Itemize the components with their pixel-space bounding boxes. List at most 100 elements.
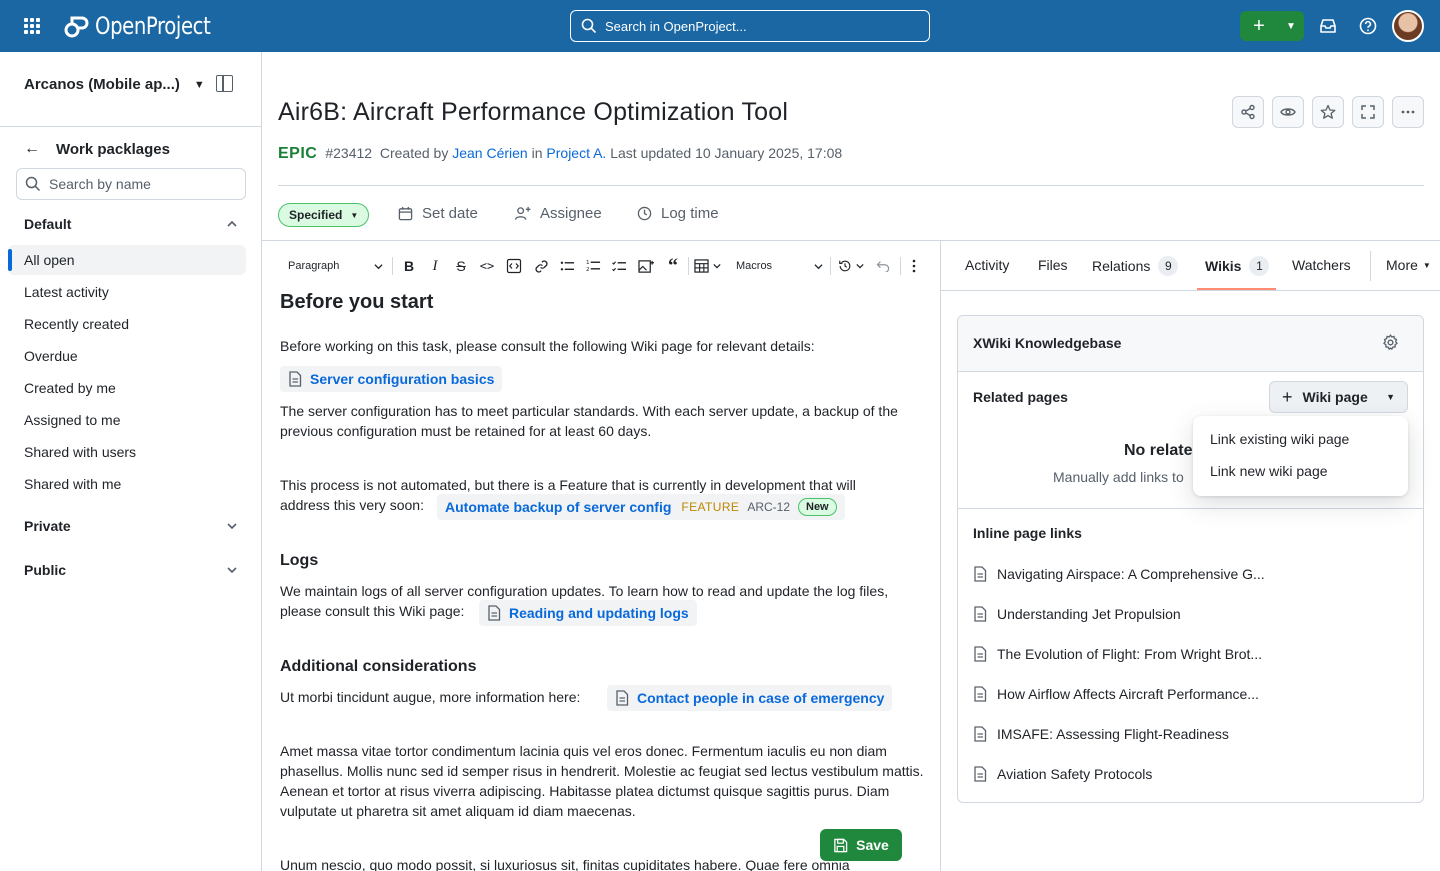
more-actions-button[interactable] [1392, 96, 1424, 128]
collapse-sidebar-icon[interactable] [216, 75, 233, 92]
paragraph-style-select[interactable]: Paragraph [288, 254, 384, 278]
watch-button[interactable] [1272, 96, 1304, 128]
kebab-horizontal-icon [1401, 110, 1415, 114]
app-grid-icon[interactable] [24, 18, 40, 34]
star-icon [1320, 104, 1336, 119]
share-button[interactable] [1232, 96, 1264, 128]
wiki-link-chip[interactable]: Reading and updating logs [479, 600, 697, 626]
inline-wiki-link[interactable]: The Evolution of Flight: From Wright Bro… [973, 646, 1262, 662]
tab-watchers[interactable]: Watchers [1292, 257, 1351, 273]
author-link[interactable]: Jean Cérien [452, 145, 528, 161]
inline-wiki-link[interactable]: Navigating Airspace: A Comprehensive G..… [973, 566, 1265, 582]
blockquote-icon[interactable]: “ [664, 254, 682, 278]
sidebar-section-title: Work packlages [56, 140, 170, 158]
project-link[interactable]: Project A. [546, 145, 606, 161]
chevron-down-icon[interactable]: ▼ [1278, 21, 1304, 32]
inline-wiki-link[interactable]: How Airflow Affects Aircraft Performance… [973, 686, 1259, 702]
save-button[interactable]: Save [820, 829, 902, 861]
status-label: Specified [289, 208, 343, 222]
document-icon [488, 605, 501, 621]
divider [940, 241, 941, 871]
chevron-down-icon [227, 523, 237, 530]
save-label: Save [856, 837, 889, 853]
sidebar-item-latest-activity[interactable]: Latest activity [24, 284, 109, 300]
macros-select[interactable]: Macros [736, 254, 826, 278]
tab-more[interactable]: More ▼ [1386, 257, 1431, 273]
document-icon [974, 726, 987, 742]
task-list-icon[interactable] [610, 254, 628, 278]
eye-icon [1280, 108, 1296, 116]
wiki-link-chip[interactable]: Server configuration basics [280, 366, 503, 392]
sidebar-search-input[interactable]: Search by name [16, 168, 246, 200]
inline-wiki-link-label: Navigating Airspace: A Comprehensive G..… [997, 566, 1265, 582]
sidebar-group-private[interactable]: Private [24, 518, 238, 534]
insert-table-icon[interactable] [694, 254, 726, 278]
save-icon [834, 838, 848, 852]
inline-wiki-link[interactable]: Aviation Safety Protocols [973, 766, 1152, 782]
wp-chip-title: Automate backup of server config [445, 499, 672, 515]
favorite-button[interactable] [1312, 96, 1344, 128]
paragraph: The server configuration has to meet par… [280, 403, 898, 439]
chevron-down-icon [227, 567, 237, 574]
undo-icon[interactable] [874, 254, 892, 278]
fullscreen-button[interactable] [1352, 96, 1384, 128]
tab-files[interactable]: Files [1038, 257, 1068, 273]
macros-label: Macros [736, 260, 773, 272]
numbered-list-icon[interactable]: 12 [584, 254, 602, 278]
inline-wiki-link[interactable]: Understanding Jet Propulsion [973, 606, 1181, 622]
user-avatar[interactable] [1392, 10, 1424, 42]
log-time-label: Log time [661, 205, 719, 222]
document-icon [289, 371, 302, 387]
gear-icon[interactable] [1382, 334, 1399, 351]
tab-count: 9 [1158, 256, 1179, 276]
sidebar-item-created-by-me[interactable]: Created by me [24, 380, 116, 396]
inline-wiki-link[interactable]: IMSAFE: Assessing Flight-Readiness [973, 726, 1229, 742]
heading-logs: Logs [280, 552, 319, 569]
history-icon[interactable] [838, 254, 868, 278]
tab-label: Watchers [1292, 257, 1351, 273]
divider [278, 185, 1424, 186]
card-header: XWiki Knowledgebase [958, 316, 1423, 372]
caret-down-icon: ▼ [350, 210, 359, 220]
back-to-menu[interactable]: ← Work packlages [24, 140, 170, 158]
project-selector[interactable]: Arcanos (Mobile ap...) ▼ [24, 76, 205, 93]
kebab-vertical-icon[interactable] [906, 254, 922, 278]
status-dropdown[interactable]: Specified ▼ [278, 203, 370, 227]
italic-icon[interactable]: I [426, 254, 444, 278]
sidebar-item-recently-created[interactable]: Recently created [24, 316, 129, 332]
sidebar-item-all-open[interactable]: All open [24, 252, 75, 268]
sidebar-item-assigned-to-me[interactable]: Assigned to me [24, 412, 121, 428]
app-logo[interactable]: OpenProject [63, 12, 236, 40]
log-time-button[interactable]: Log time [637, 205, 719, 222]
add-wiki-page-button[interactable]: + Wiki page ▼ [1269, 381, 1408, 413]
link-icon[interactable] [532, 254, 550, 278]
sidebar-item-overdue[interactable]: Overdue [24, 348, 78, 364]
menu-item-link-new[interactable]: Link new wiki page [1210, 463, 1328, 479]
caret-down-icon: ▼ [1422, 260, 1431, 270]
in-label: in [531, 145, 543, 161]
sidebar-group-public[interactable]: Public [24, 562, 238, 578]
help-icon[interactable] [1358, 16, 1378, 36]
insert-image-icon[interactable] [636, 254, 656, 278]
bold-icon[interactable]: B [400, 254, 418, 278]
strikethrough-icon[interactable]: S [452, 254, 470, 278]
global-search-input[interactable]: Search in OpenProject... [570, 10, 930, 42]
code-block-icon[interactable] [504, 254, 524, 278]
tab-activity[interactable]: Activity [965, 257, 1009, 273]
paragraph: Before working on this task, please cons… [280, 338, 815, 354]
set-date-button[interactable]: Set date [398, 205, 478, 222]
create-button[interactable]: + ▼ [1240, 11, 1304, 41]
sidebar-item-shared-with-me[interactable]: Shared with me [24, 476, 121, 492]
tab-wikis[interactable]: Wikis 1 [1205, 256, 1270, 276]
sidebar-group-default[interactable]: Default [24, 216, 238, 232]
document-icon [974, 646, 987, 662]
tab-relations[interactable]: Relations 9 [1092, 256, 1179, 276]
inbox-icon[interactable] [1318, 16, 1338, 36]
assignee-button[interactable]: Assignee [514, 205, 602, 222]
work-package-chip[interactable]: Automate backup of server config FEATURE… [437, 494, 845, 520]
bullet-list-icon[interactable] [558, 254, 576, 278]
wiki-link-chip[interactable]: Contact people in case of emergency [607, 685, 893, 711]
menu-item-link-existing[interactable]: Link existing wiki page [1210, 431, 1349, 447]
code-icon[interactable]: <> [478, 254, 496, 278]
sidebar-item-shared-with-users[interactable]: Shared with users [24, 444, 136, 460]
